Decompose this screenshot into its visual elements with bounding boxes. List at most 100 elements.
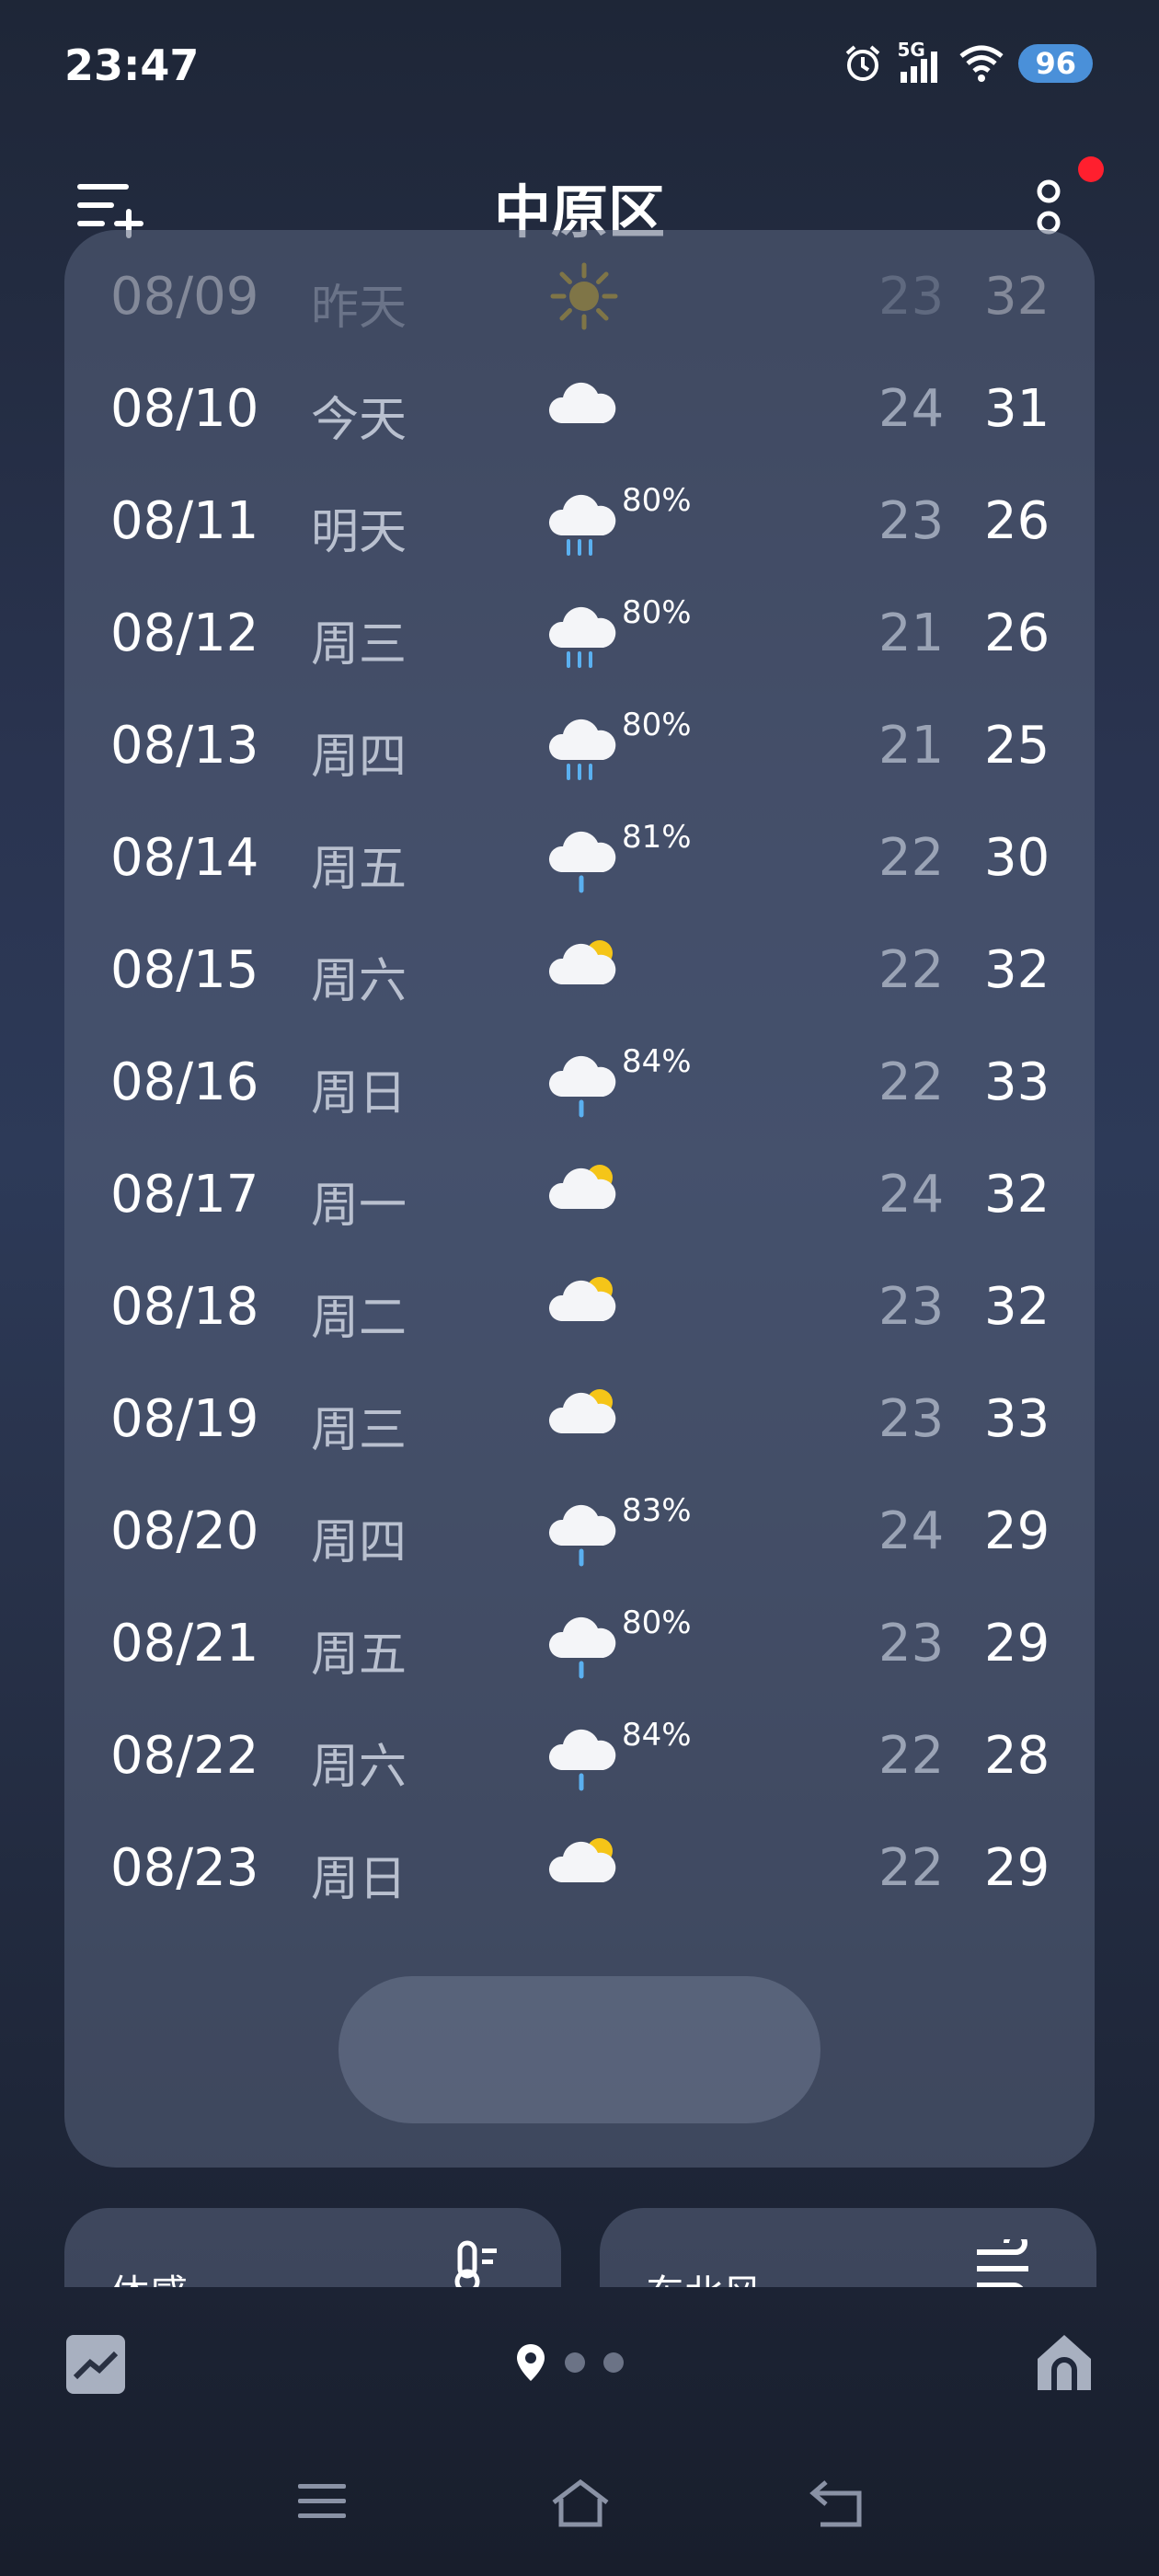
forecast-day: 周六 bbox=[311, 954, 407, 1009]
clock: 23:47 bbox=[64, 40, 200, 90]
low-temp: 24 bbox=[878, 379, 945, 439]
wind-icon bbox=[977, 2239, 1028, 2287]
sunny-icon bbox=[550, 262, 618, 330]
forecast-day: 周日 bbox=[311, 1066, 407, 1121]
forecast-row[interactable]: 08/21 周五 80% 23 29 bbox=[64, 1584, 1095, 1696]
forecast-date: 08/16 bbox=[110, 1052, 259, 1112]
light-rain-icon bbox=[548, 1504, 616, 1567]
forecast-row[interactable]: 08/13 周四 80% 21 25 bbox=[64, 686, 1095, 799]
high-temp: 28 bbox=[984, 1726, 1050, 1786]
low-temp: 22 bbox=[878, 828, 945, 888]
high-temp: 29 bbox=[984, 1614, 1050, 1673]
home-icon[interactable] bbox=[1034, 2331, 1095, 2394]
wifi-icon bbox=[959, 45, 1004, 82]
forecast-date: 08/20 bbox=[110, 1501, 259, 1561]
forecast-row[interactable]: 08/15 周六 22 32 bbox=[64, 911, 1095, 1023]
forecast-row[interactable]: 08/22 周六 84% 22 28 bbox=[64, 1696, 1095, 1809]
forecast-date: 08/18 bbox=[110, 1277, 259, 1337]
back-icon[interactable] bbox=[808, 2478, 865, 2530]
forecast-row[interactable]: 08/14 周五 81% 22 30 bbox=[64, 799, 1095, 911]
heavy-rain-icon bbox=[548, 606, 616, 668]
battery-indicator: 96 bbox=[1018, 44, 1093, 83]
light-rain-icon bbox=[548, 1055, 616, 1118]
partly-cloudy-icon bbox=[548, 1277, 616, 1321]
wind-card[interactable]: 东北风 bbox=[600, 2208, 1096, 2287]
low-temp: 21 bbox=[878, 604, 945, 663]
low-temp: 21 bbox=[878, 716, 945, 776]
trend-button[interactable] bbox=[66, 2335, 125, 2394]
low-temp: 23 bbox=[878, 267, 945, 327]
precip-chance: 80% bbox=[622, 594, 692, 631]
precip-chance: 80% bbox=[622, 482, 692, 519]
forecast-row[interactable]: 08/20 周四 83% 24 29 bbox=[64, 1472, 1095, 1584]
forecast-date: 08/10 bbox=[110, 379, 259, 439]
forecast-day: 周六 bbox=[311, 1740, 407, 1795]
forecast-day: 周一 bbox=[311, 1179, 407, 1234]
low-temp: 23 bbox=[878, 1389, 945, 1449]
forecast-row[interactable]: 08/23 周日 22 29 bbox=[64, 1809, 1095, 1921]
forecast-day: 周五 bbox=[311, 842, 407, 897]
forecast-date: 08/13 bbox=[110, 716, 259, 776]
feels-like-card[interactable]: 体感 bbox=[64, 2208, 561, 2287]
signal-icon: 5G bbox=[897, 39, 945, 85]
home-nav-icon[interactable] bbox=[548, 2478, 613, 2530]
system-nav-bar bbox=[0, 2466, 1159, 2558]
forecast-row[interactable]: 08/18 周二 23 32 bbox=[64, 1248, 1095, 1360]
high-temp: 29 bbox=[984, 1501, 1050, 1561]
forecast-card: 08/09 昨天 23 32 08/10 今天 24 31 08/11 明天 80% 23 26 08/1… bbox=[64, 230, 1095, 2168]
high-temp: 31 bbox=[984, 379, 1050, 439]
menu-icon[interactable] bbox=[294, 2478, 350, 2524]
high-temp: 33 bbox=[984, 1389, 1050, 1449]
partly-cloudy-icon bbox=[548, 1165, 616, 1209]
low-temp: 24 bbox=[878, 1501, 945, 1561]
heavy-rain-icon bbox=[548, 494, 616, 556]
high-temp: 26 bbox=[984, 604, 1050, 663]
forecast-row[interactable]: 08/09 昨天 23 32 bbox=[64, 237, 1095, 350]
forecast-row[interactable]: 08/16 周日 84% 22 33 bbox=[64, 1023, 1095, 1135]
forecast-row[interactable]: 08/19 周三 23 33 bbox=[64, 1360, 1095, 1472]
forecast-date: 08/14 bbox=[110, 828, 259, 888]
page-dot[interactable] bbox=[565, 2352, 585, 2373]
precip-chance: 84% bbox=[622, 1717, 692, 1754]
precip-chance: 83% bbox=[622, 1492, 692, 1529]
cloudy-icon bbox=[548, 382, 616, 423]
location-pin-icon bbox=[517, 2344, 545, 2381]
high-temp: 32 bbox=[984, 1165, 1050, 1225]
status-bar: 23:47 5G 96 bbox=[0, 0, 1159, 138]
low-temp: 22 bbox=[878, 1726, 945, 1786]
high-temp: 30 bbox=[984, 828, 1050, 888]
low-temp: 22 bbox=[878, 940, 945, 1000]
low-temp: 24 bbox=[878, 1165, 945, 1225]
forecast-row[interactable]: 08/11 明天 80% 23 26 bbox=[64, 462, 1095, 574]
forecast-day: 周三 bbox=[311, 617, 407, 673]
partly-cloudy-icon bbox=[548, 1389, 616, 1433]
forecast-day: 今天 bbox=[311, 393, 407, 448]
page-indicator[interactable] bbox=[515, 2342, 624, 2383]
status-icons: 5G 96 bbox=[842, 39, 1093, 85]
low-temp: 23 bbox=[878, 1614, 945, 1673]
precip-chance: 84% bbox=[622, 1043, 692, 1080]
forecast-day: 周四 bbox=[311, 1515, 407, 1570]
feels-like-label: 体感 bbox=[110, 2263, 188, 2287]
trend-chart-icon bbox=[73, 2351, 119, 2380]
page-dot[interactable] bbox=[603, 2352, 624, 2373]
partly-cloudy-icon bbox=[548, 1838, 616, 1882]
forecast-day: 周四 bbox=[311, 730, 407, 785]
forecast-date: 08/19 bbox=[110, 1389, 259, 1449]
high-temp: 32 bbox=[984, 1277, 1050, 1337]
forecast-date: 08/12 bbox=[110, 604, 259, 663]
wind-label: 东北风 bbox=[646, 2263, 762, 2287]
forecast-date: 08/22 bbox=[110, 1726, 259, 1786]
notification-dot bbox=[1078, 156, 1104, 182]
forecast-day: 昨天 bbox=[311, 281, 407, 336]
forecast-row[interactable]: 08/17 周一 24 32 bbox=[64, 1135, 1095, 1248]
forecast-day: 周五 bbox=[311, 1627, 407, 1683]
low-temp: 23 bbox=[878, 491, 945, 551]
light-rain-icon bbox=[548, 1729, 616, 1791]
forecast-day: 周三 bbox=[311, 1403, 407, 1458]
expand-pill-button[interactable] bbox=[339, 1976, 820, 2123]
forecast-row[interactable]: 08/12 周三 80% 21 26 bbox=[64, 574, 1095, 686]
forecast-date: 08/11 bbox=[110, 491, 259, 551]
forecast-row[interactable]: 08/10 今天 24 31 bbox=[64, 350, 1095, 462]
bottom-bar bbox=[0, 2287, 1159, 2434]
